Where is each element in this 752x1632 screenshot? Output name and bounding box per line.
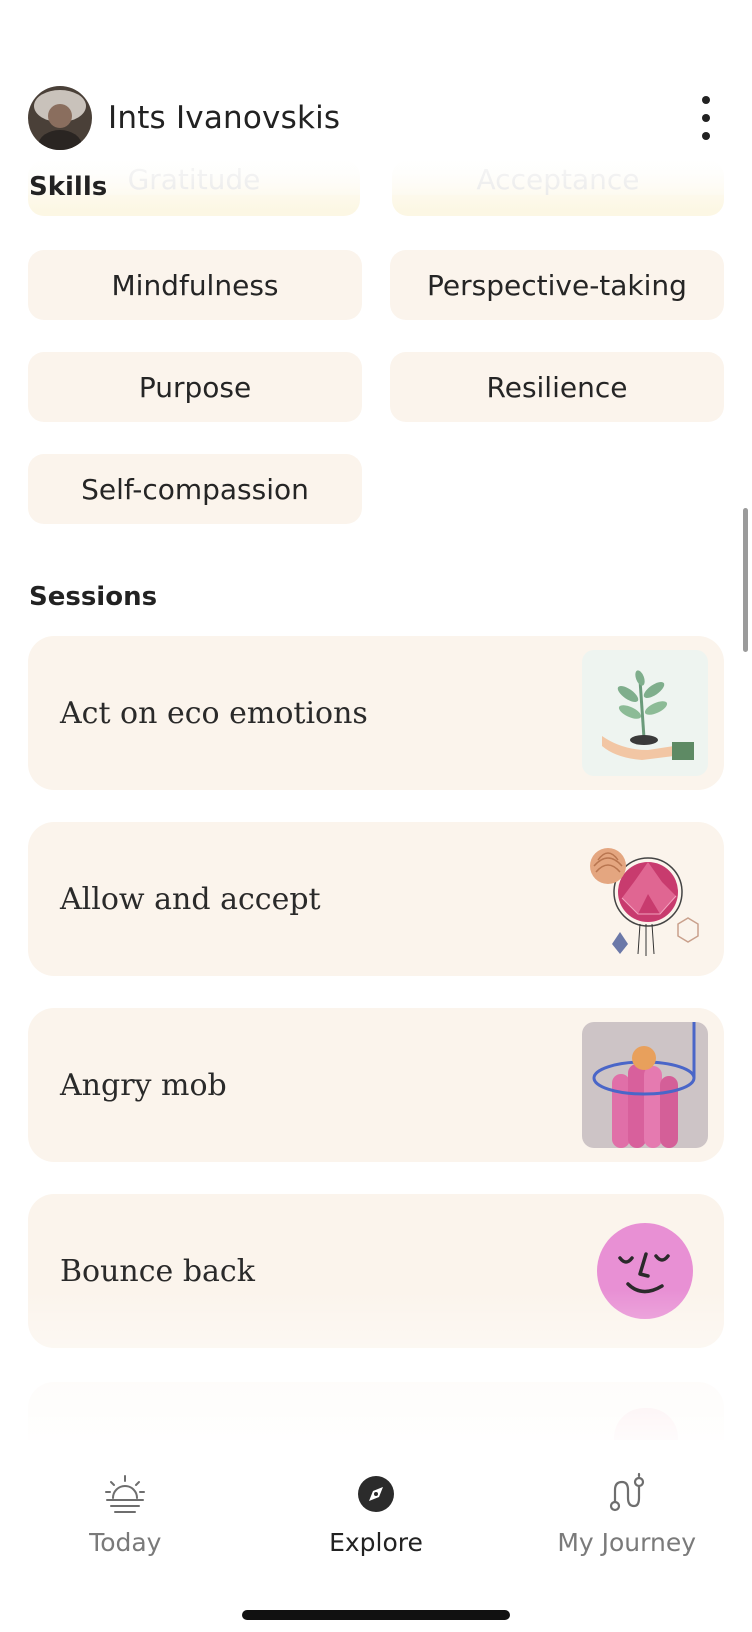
scroll-fade-top <box>0 150 752 195</box>
sessions-title: Sessions <box>29 582 158 612</box>
session-card-allow-and-accept[interactable]: Allow and accept <box>28 822 724 976</box>
skill-chip-resilience[interactable]: Resilience <box>390 352 724 422</box>
bottom-navigation: Today Explore My Journey <box>0 1440 752 1600</box>
more-options-icon <box>702 96 710 104</box>
journey-path-icon <box>605 1472 649 1516</box>
pink-cylinders-ball-illustration <box>582 1022 708 1148</box>
avatar[interactable] <box>28 86 92 150</box>
session-title: Act on eco emotions <box>60 695 368 731</box>
skill-chip-mindfulness[interactable]: Mindfulness <box>28 250 362 320</box>
nav-label-explore: Explore <box>329 1528 423 1557</box>
scroll-fade-bottom <box>0 1290 752 1450</box>
skills-title: Skills <box>29 172 108 202</box>
nav-item-my-journey[interactable]: My Journey <box>501 1440 752 1600</box>
nav-item-today[interactable]: Today <box>0 1440 251 1600</box>
home-indicator[interactable] <box>242 1610 510 1620</box>
session-title: Angry mob <box>60 1067 227 1103</box>
more-options-dot <box>702 132 710 140</box>
session-card-angry-mob[interactable]: Angry mob <box>28 1008 724 1162</box>
app-header: Ints Ivanovskis <box>28 82 724 154</box>
nav-label-today: Today <box>89 1528 162 1557</box>
session-title: Allow and accept <box>60 881 321 917</box>
user-name: Ints Ivanovskis <box>108 100 341 136</box>
nav-label-my-journey: My Journey <box>557 1528 697 1557</box>
plant-in-hand-illustration <box>582 650 708 776</box>
sessions-list: Act on eco emotions Allow and accept Ang… <box>28 636 724 1380</box>
scrollbar[interactable] <box>743 508 748 652</box>
nav-item-explore[interactable]: Explore <box>251 1440 502 1600</box>
more-options-dot <box>702 114 710 122</box>
session-card-act-on-eco-emotions[interactable]: Act on eco emotions <box>28 636 724 790</box>
skills-grid: Mindfulness Perspective-taking Purpose R… <box>28 250 724 524</box>
geometric-pink-sphere-illustration <box>582 836 708 962</box>
skill-chip-purpose[interactable]: Purpose <box>28 352 362 422</box>
sunrise-icon <box>103 1472 147 1516</box>
skill-chip-self-compassion[interactable]: Self-compassion <box>28 454 362 524</box>
more-options-button[interactable] <box>688 90 724 146</box>
skill-chip-perspective-taking[interactable]: Perspective-taking <box>390 250 724 320</box>
session-title: Bounce back <box>60 1253 255 1289</box>
compass-icon <box>354 1472 398 1516</box>
